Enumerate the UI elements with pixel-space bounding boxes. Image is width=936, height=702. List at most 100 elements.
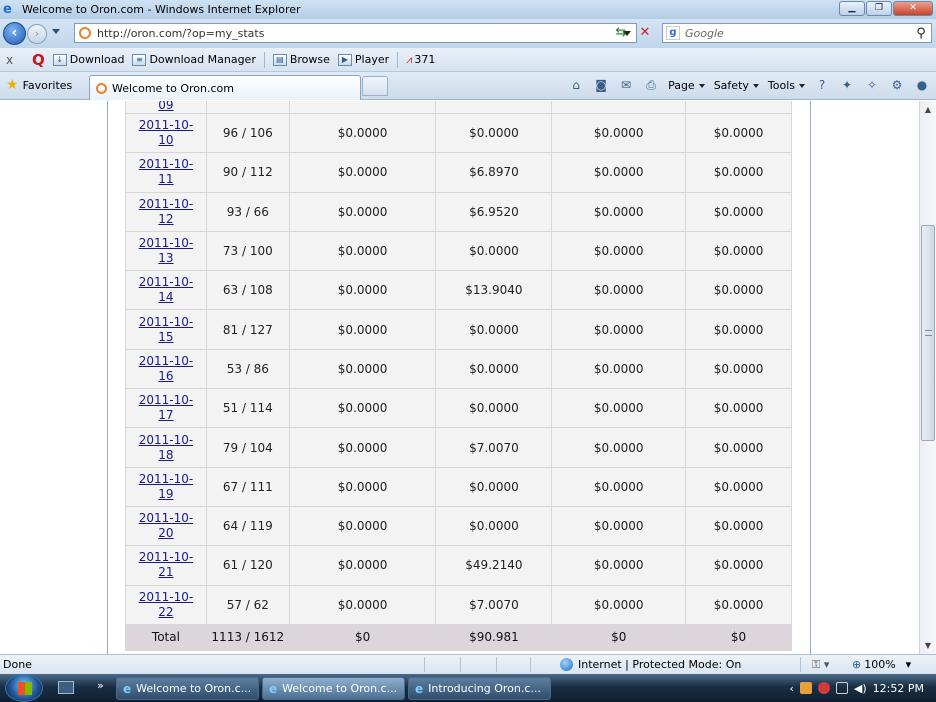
status-text: Done [3,658,32,671]
date-link[interactable]: 2011-10- 10 [139,118,193,148]
download-manager-icon: ≡ [132,53,147,66]
security-zone[interactable]: Internet | Protected Mode: On [560,658,741,671]
home-icon[interactable]: ⌂ [568,78,584,93]
url-text[interactable]: http://oron.com/?op=my_stats [97,27,623,40]
search-placeholder[interactable]: Google [685,27,911,40]
maximize-button[interactable]: ❐ [866,1,892,16]
amount-cell: $0.0000 [685,505,792,547]
scroll-down-icon[interactable]: ▼ [920,637,936,654]
volume-icon[interactable]: ◀) [854,682,867,695]
mail-icon[interactable]: ✉ [618,78,634,93]
taskbar-button[interactable]: e Introducing Oron.c... [408,677,551,700]
table-row: 2011-10- 11 90 / 112 $0.0000 $6.8970 $0.0000 $… [125,152,792,193]
close-button[interactable]: ✕ [893,1,933,16]
zone-label: Internet | Protected Mode: On [578,658,742,671]
refresh-button[interactable]: ⇆ [612,24,630,42]
download-button[interactable]: ↓ Download [52,53,124,66]
url-field[interactable]: http://oron.com/?op=my_stats [74,23,637,43]
date-cell: 2011-10- 17 [125,388,207,429]
date-link[interactable]: 2011-10- 19 [139,472,193,502]
date-link[interactable]: 2011-10- 15 [139,315,193,345]
date-link-part: 22 [158,604,174,619]
start-button[interactable] [5,674,43,702]
counter-label: 371 [414,53,436,66]
zoom-control[interactable]: ⊕ 100% ▾ [852,658,911,671]
date-link[interactable]: 2011-10- 16 [139,354,193,384]
tools-menu[interactable]: Tools [768,79,805,92]
amount-cell: $0.0000 [435,348,553,390]
addon-icon[interactable]: ✧ [864,78,880,93]
feeds-icon[interactable]: ◙ [593,78,609,93]
date-link-part: 2011-10- [138,196,194,211]
zoom-icon: ⊕ [852,658,862,671]
safety-menu[interactable]: Safety [714,79,759,92]
date-link-part: 2011-10- [138,432,194,447]
date-cell: 2011-10- 13 [125,230,207,272]
back-button[interactable]: ‹ [3,22,26,45]
tray-expand-icon[interactable]: ‹ [790,682,794,695]
page-menu[interactable]: Page [668,79,705,92]
stop-button[interactable]: ✕ [636,24,654,42]
date-link[interactable]: 2011-10- 22 [139,590,193,620]
downloads-cell: 96 / 106 [205,112,290,154]
date-link[interactable]: 2011-10- 20 [139,511,193,541]
date-link-part: 18 [158,447,174,462]
popup-blocker-icon[interactable]: ⚿ ▾ [812,658,829,672]
amount-cell: $0.0000 [435,466,553,507]
date-link[interactable]: 2011-10- 13 [139,236,193,266]
addon-icon[interactable]: ✦ [839,78,855,93]
scroll-thumb[interactable] [921,225,935,441]
date-link[interactable]: 2011-10- 21 [139,550,193,580]
date-link[interactable]: 2011-10- 18 [139,433,193,463]
help-icon[interactable]: ? [814,78,830,93]
favorites-button[interactable]: ★ Favorites [6,77,72,93]
search-icon[interactable]: ⚲ [911,26,931,41]
total-row: Total 1113 / 1612 $0 $90.981 $0 $0 [125,623,792,651]
browse-label: Browse [289,53,330,66]
tab-favicon-icon [96,82,107,94]
forward-button[interactable]: › [27,24,47,44]
minimize-button[interactable]: ▁ [839,1,865,16]
quick-launch-more[interactable]: » [97,679,104,692]
tab-welcome[interactable]: Welcome to Oron.com [89,75,361,100]
tray-app-icon[interactable] [799,682,812,694]
vertical-scrollbar[interactable]: ▲ ▼ [919,101,936,654]
taskbar-button[interactable]: e Welcome to Oron.c... [116,677,259,700]
player-button[interactable]: ▶ Player [337,53,389,66]
addon-icon[interactable]: ● [914,78,930,93]
date-link-part: 2011-10- [138,314,194,329]
download-manager-button[interactable]: ≡ Download Manager [132,53,256,66]
network-icon[interactable] [835,682,848,694]
downloads-cell: 51 / 114 [205,388,290,429]
tray-app-icon[interactable] [817,682,830,694]
taskbar-button[interactable]: e Welcome to Oron.c... [262,677,405,700]
date-link[interactable]: 2011-10- 11 [139,157,193,187]
browse-icon: ▤ [272,53,287,66]
date-link-part: 19 [158,486,174,501]
windows-logo-icon [18,682,32,695]
table-cell [205,101,290,114]
browse-button[interactable]: ▤ Browse [272,53,330,66]
date-link[interactable]: 2011-10- 12 [139,197,193,227]
date-link-part: 13 [158,251,174,266]
scroll-up-icon[interactable]: ▲ [920,101,936,118]
date-link[interactable]: 2011-10- 17 [139,393,193,423]
recent-pages-dropdown-icon[interactable] [52,29,60,34]
gear-icon[interactable]: ⚙ [889,78,905,93]
new-tab-button[interactable] [362,76,388,96]
date-cell: 2011-10- 21 [125,545,207,586]
status-divider [460,657,461,672]
toolbar-close-button[interactable]: x [6,53,22,67]
print-icon[interactable]: ⎙ [643,78,659,93]
date-link[interactable]: 09 [158,101,173,113]
orbit-logo-icon[interactable]: Q [32,51,45,69]
show-desktop-icon[interactable] [58,681,74,694]
search-field[interactable]: g Google ⚲ [662,23,932,43]
counter-button[interactable]: ⩘ 371 [406,53,435,67]
amount-cell: $0.0000 [288,191,437,232]
amount-cell: $0.0000 [551,388,687,429]
date-link[interactable]: 2011-10- 14 [139,275,193,305]
clock[interactable]: 12:52 PM [873,682,924,695]
table-row: 2011-10- 17 51 / 114 $0.0000 $0.0000 $0.0000 $… [125,388,792,429]
amount-cell: $0.0000 [685,152,792,193]
